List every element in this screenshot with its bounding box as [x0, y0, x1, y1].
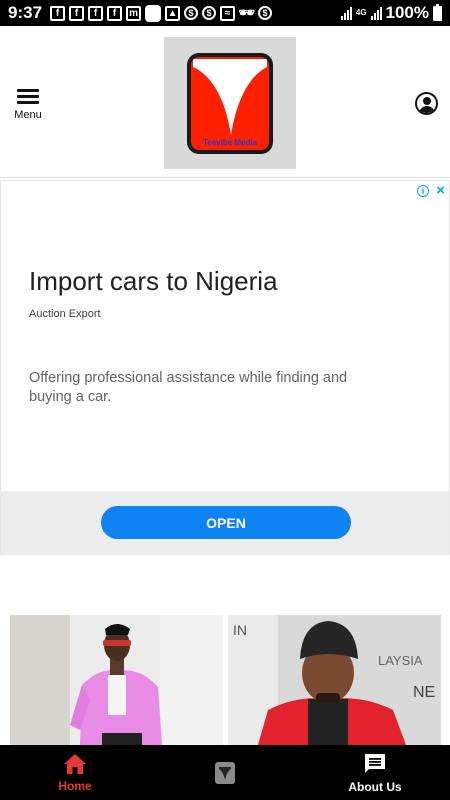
menu-label: Menu — [14, 109, 42, 121]
user-icon-head — [423, 97, 431, 105]
svg-text:LAYSIA: LAYSIA — [378, 653, 423, 668]
facebook-icon: f — [50, 5, 66, 21]
battery-percent: 100% — [385, 3, 429, 22]
article-card[interactable] — [10, 615, 223, 745]
dollar-icon: $ — [258, 6, 273, 20]
article-grid: IN LAYSIA NE — [10, 615, 441, 745]
messenger-icon: m — [126, 5, 142, 21]
logo-v-icon — [193, 58, 267, 135]
ad-advertiser: Auction Export — [29, 308, 101, 320]
site-logo[interactable]: Teevibe Media — [164, 37, 296, 169]
ad-open-button[interactable]: OPEN — [101, 506, 351, 539]
incognito-icon: 🕶 — [238, 5, 255, 20]
nav-home-label: Home — [58, 778, 92, 793]
home-icon — [64, 753, 86, 774]
menu-button[interactable]: Menu — [10, 86, 46, 121]
app-icon — [145, 4, 162, 22]
ad-description: Offering professional assistance while f… — [29, 370, 348, 405]
logo-mark: Teevibe Media — [187, 52, 273, 154]
article-card[interactable]: IN LAYSIA NE — [228, 615, 441, 745]
image-icon: ▲ — [165, 5, 181, 21]
status-right: 4G 100% — [340, 3, 442, 23]
status-bar: 9:37 f f f f m ▲ $ $ ≈ 🕶 $ 4G 100% — [0, 0, 450, 26]
svg-text:NE: NE — [413, 684, 435, 701]
nav-home[interactable]: Home — [0, 745, 150, 800]
notification-icons: f f f f m ▲ $ $ ≈ 🕶 $ — [50, 4, 273, 22]
wifi-icon: ≈ — [220, 5, 236, 21]
facebook-icon: f — [69, 5, 85, 21]
article-image-man-beanie-red-jacket: IN LAYSIA NE — [228, 615, 441, 745]
chat-icon — [365, 753, 385, 773]
battery-icon — [433, 3, 442, 21]
app-header: Menu Teevibe Media — [0, 26, 450, 178]
ad-title[interactable]: Import cars to Nigeria — [29, 266, 278, 297]
svg-text:IN: IN — [233, 622, 247, 638]
facebook-icon: f — [107, 5, 123, 21]
signal-icon — [340, 6, 352, 20]
info-icon[interactable]: i — [417, 185, 429, 197]
close-icon[interactable]: × — [436, 182, 445, 199]
status-time: 9:37 — [8, 3, 43, 22]
nav-about-label: About Us — [348, 779, 402, 794]
advertisement[interactable]: i × Import cars to Nigeria Auction Expor… — [0, 180, 450, 555]
nav-about-us[interactable]: About Us — [300, 745, 450, 800]
network-type: 4G — [355, 8, 367, 17]
logo-text: Teevibe Media — [202, 137, 258, 147]
signal-icon — [370, 6, 382, 20]
hamburger-icon — [17, 86, 39, 107]
facebook-icon: f — [88, 5, 104, 21]
nav-center-logo[interactable] — [150, 745, 300, 800]
user-icon-body — [419, 106, 435, 113]
bottom-navigation: Home About Us — [0, 745, 450, 800]
article-image-man-pink-jacket — [10, 615, 223, 745]
dollar-icon: $ — [202, 6, 217, 20]
dollar-icon: $ — [184, 6, 199, 20]
logo-icon — [215, 761, 235, 784]
account-button[interactable] — [415, 92, 438, 115]
